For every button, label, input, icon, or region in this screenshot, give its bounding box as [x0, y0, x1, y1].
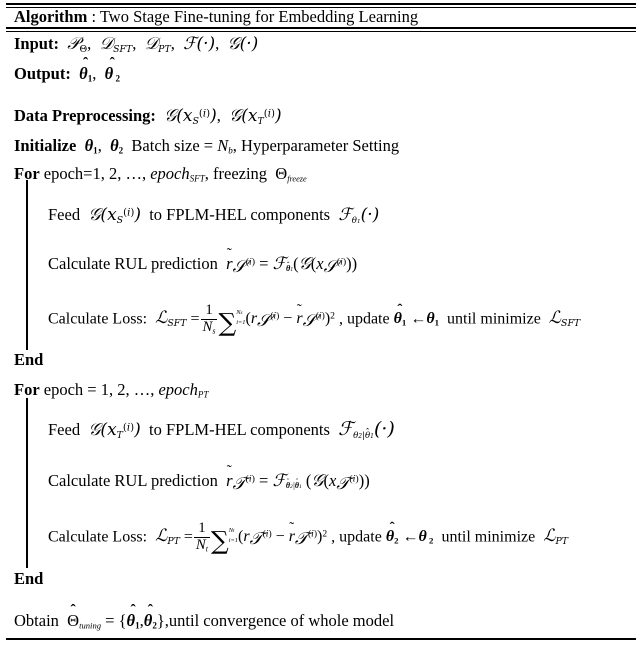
algorithm-title-label: Algorithm [14, 7, 88, 26]
stage2-update-arrow-icon: ← [402, 528, 419, 546]
stage1-for-line: For epoch=1, 2, …, epochSFT, freezing Θf… [14, 164, 307, 184]
stage1-feed-label: Feed [48, 205, 81, 224]
stage2-update-theta: θ 2 [418, 528, 434, 546]
stage1-update-theta: θ1 [426, 310, 440, 328]
stage2-block-bar [26, 398, 28, 568]
input-line: Input: 𝒫Θ, 𝒟SFT, 𝒟PT, ℱ(·), 𝒢(·) [14, 34, 259, 55]
stage1-loss-symbol: ℒSFT [155, 308, 187, 330]
input-item-function-f: ℱ(·) [183, 34, 216, 54]
initialize-param-theta2: θ2 [110, 136, 124, 156]
initialize-trailing: , Hyperparameter Setting [232, 136, 400, 155]
title-rule [6, 27, 636, 32]
stage1-loss-line: Calculate Loss: ℒSFT = 1 Ns ∑ Ns i=1 (r𝒮(i) − … [48, 300, 581, 337]
stage1-end-label: End [14, 350, 44, 369]
stage2-loss-sum-icon: ∑ [210, 525, 229, 555]
output-line: Output: ˆ θ1, ˆθ 2 [14, 55, 120, 84]
obtain-eq: ˆ Θtuning = {ˆ θ1, ˆ θ2} [67, 602, 165, 631]
stage1-feed-arg: 𝒢(xS(i)) [88, 205, 141, 226]
stage2-for-epoch: epochPT [158, 380, 209, 400]
stage1-loss-sum-icon: ∑ [218, 307, 237, 337]
algorithm-block: Algorithm : Two Stage Fine-tuning for Em… [0, 0, 640, 648]
stage1-update-label: , update [338, 310, 390, 328]
initialize-param-theta1: θ1 [84, 136, 98, 156]
stage2-until-symbol: ℒPT [543, 526, 568, 548]
obtain-line: Obtain ˆ Θtuning = {ˆ θ1, ˆ θ2},until conver… [14, 602, 395, 631]
stage2-loss-line: Calculate Loss: ℒPT = 1 Nt ∑ Nt i=1 (r𝒯(i) − ˜… [48, 518, 568, 555]
stage1-feed-mid: to FPLM-HEL components [149, 205, 331, 224]
stage1-loss-label: Calculate Loss: [48, 310, 148, 328]
stage1-until-label: until minimize [447, 310, 541, 328]
algorithm-title: Algorithm : Two Stage Fine-tuning for Em… [14, 7, 419, 26]
stage1-block-bar [26, 180, 28, 350]
input-item-policy: 𝒫Θ [67, 34, 88, 55]
stage2-rul-label: Calculate RUL prediction [48, 471, 218, 490]
stage2-loss-body: (r𝒯(i) − ˜ r𝒯(i))2 [237, 519, 328, 549]
stage1-loss-body: (r𝒮(i) − ˜ r𝒮(i))2 [245, 301, 335, 331]
stage2-feed-mid: to FPLM-HEL components [149, 420, 330, 439]
stage2-feed-arg: 𝒢(xT(i)) [88, 420, 141, 441]
stage1-until-symbol: ℒSFT [548, 308, 581, 330]
algorithm-title-sep: : [91, 7, 97, 26]
stage1-feed-line: Feed 𝒢(xS(i)) to FPLM-HEL components ℱθ1… [48, 205, 380, 226]
stage1-rul-label: Calculate RUL prediction [48, 254, 218, 273]
stage1-rul-eq: ˜ r𝒮(i) = ℱ ˆ θ1(𝒢(x𝒮(i))) [226, 246, 358, 277]
stage2-rul-line: Calculate RUL prediction ˜ r𝒯(i) = ℱ ˆ θ2| ˆ… [48, 463, 370, 494]
output-item-theta2: ˆθ 2 [104, 55, 120, 84]
input-item-dataset-sft: 𝒟SFT [99, 34, 133, 55]
stage2-end-line: End [14, 569, 44, 588]
preprocessing-label: Data Preprocessing: [14, 106, 156, 125]
stage1-for-text: epoch=1, 2, …, [43, 164, 147, 183]
stage2-rul-eq: ˜ r𝒯(i) = ℱ ˆ θ2| ˆ θ1 (𝒢(x𝒯(i))) [226, 463, 370, 494]
stage2-loss-symbol: ℒPT [155, 526, 180, 548]
stage1-rul-line: Calculate RUL prediction ˜ r𝒮(i) = ℱ ˆ θ1(𝒢… [48, 246, 358, 277]
stage1-update-theta-hat: ˆ θ1 [393, 300, 407, 328]
algorithm-title-text: Two Stage Fine-tuning for Embedding Lear… [99, 7, 419, 26]
stage1-end-line: End [14, 350, 44, 369]
stage1-update-arrow-icon: ← [410, 310, 427, 328]
input-item-dataset-pt: 𝒟PT [144, 34, 171, 55]
stage2-feed-line: Feed 𝒢(xT(i)) to FPLM-HEL components ℱθ2… [48, 420, 395, 440]
stage2-until-label: until minimize [441, 528, 536, 546]
stage1-for-tail: , freezing [204, 164, 268, 183]
stage2-for-text: epoch = 1, 2, …, [43, 380, 155, 399]
stage2-update-theta-hat: ˆ θ2 [385, 518, 399, 546]
stage1-loss-equals: = [190, 310, 200, 328]
output-label: Output: [14, 64, 71, 83]
stage2-end-label: End [14, 569, 44, 588]
preprocessing-line: Data Preprocessing: 𝒢(xS(i)), 𝒢(xT(i)) [14, 106, 282, 127]
obtain-label: Obtain [14, 611, 59, 630]
initialize-label: Initialize [14, 136, 77, 155]
stage2-loss-fraction: 1 Nt [193, 520, 210, 554]
stage2-for-label: For [14, 380, 40, 399]
stage1-for-epoch: epochSFT [150, 164, 205, 184]
initialize-batch-text: Batch size = [131, 136, 214, 155]
stage2-loss-sum-limits: Nt i=1 [228, 527, 238, 545]
obtain-tail: ,until convergence of whole model [164, 611, 395, 630]
stage2-feed-label: Feed [48, 420, 81, 439]
stage2-feed-fn: ℱθ2| ˆ θ1(·) [338, 418, 395, 441]
bottom-rule [6, 638, 636, 640]
preprocessing-item-source: 𝒢(xS(i)) [164, 106, 217, 127]
initialize-batch-symbol: Nb [217, 136, 233, 156]
preprocessing-item-target: 𝒢(xT(i)) [229, 106, 282, 127]
output-item-theta1: ˆ θ1 [79, 55, 93, 84]
stage2-loss-label: Calculate Loss: [48, 528, 148, 546]
initialize-line: Initialize θ1, θ2 Batch size = Nb, Hyper… [14, 136, 400, 156]
input-item-function-g: 𝒢(·) [227, 34, 259, 54]
stage2-for-line: For epoch = 1, 2, …, epochPT [14, 380, 209, 400]
input-label: Input: [14, 34, 59, 53]
stage1-loss-fraction: 1 Ns [200, 302, 218, 336]
stage2-update-label: , update [331, 528, 382, 546]
stage2-loss-equals: = [183, 528, 193, 546]
stage1-feed-fn: ℱθ1(·) [338, 205, 380, 226]
stage1-freeze-symbol: Θfreeze [275, 164, 307, 184]
